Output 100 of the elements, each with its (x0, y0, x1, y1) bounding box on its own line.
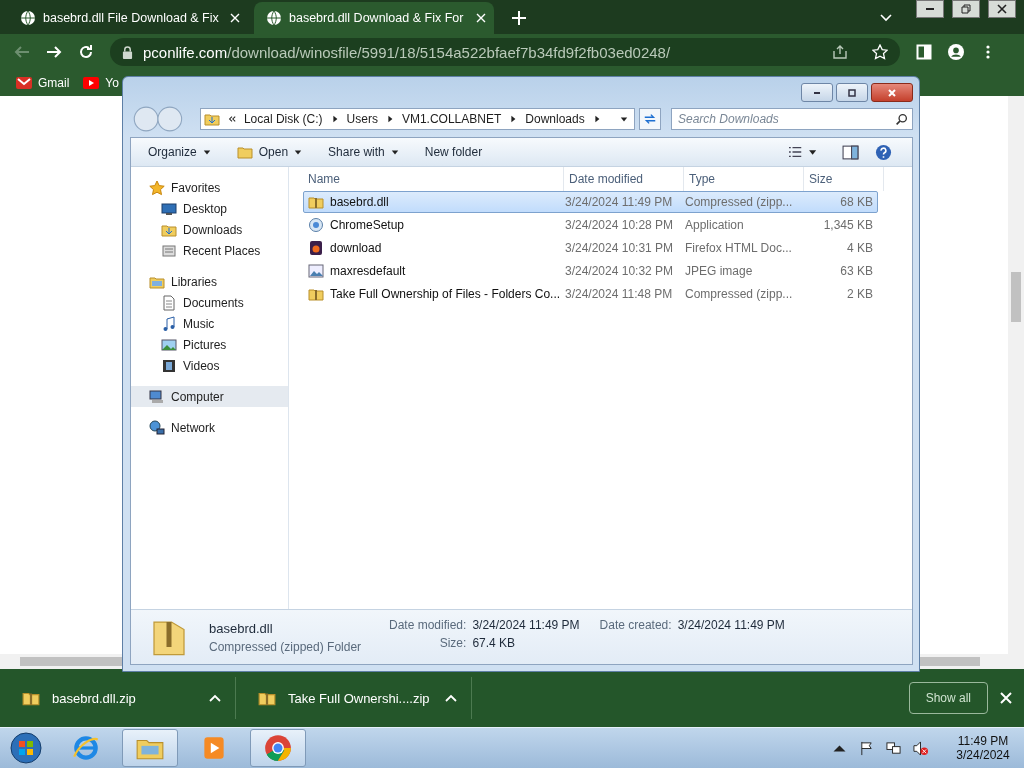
desktop-icon (161, 200, 177, 217)
show-all-button[interactable]: Show all (908, 682, 988, 714)
nav-item[interactable]: Recent Places (131, 240, 288, 261)
nav-item[interactable]: Videos (131, 355, 288, 376)
file-row[interactable]: maxresdefault 3/24/2024 10:32 PM JPEG image 63 KB (303, 260, 878, 282)
nav-item[interactable]: Network (131, 417, 288, 438)
refresh-button[interactable] (639, 108, 661, 130)
browser-tab[interactable]: basebrd.dll Download & Fix For (254, 2, 494, 34)
breadcrumb-item[interactable]: Users (346, 112, 378, 126)
network-icon[interactable] (886, 740, 901, 756)
forward-icon[interactable] (46, 44, 62, 60)
chrome-icon (263, 733, 293, 763)
preview-pane-icon[interactable] (842, 143, 859, 161)
flag-icon[interactable] (859, 740, 874, 756)
triangle-right-icon[interactable] (330, 115, 339, 123)
address-bar[interactable]: pconlife.com/download/winosfile/5991/18/5154a522bfaef7b34fd9f2fb03ed0248/ (110, 38, 900, 66)
triangle-right-icon[interactable] (592, 115, 601, 123)
star-outline-icon[interactable] (872, 44, 888, 60)
caret-icon[interactable] (209, 694, 221, 702)
toolbar-button[interactable]: Share with (319, 141, 408, 163)
file-size: 68 KB (839, 195, 874, 209)
breadcrumb-item[interactable]: VM1.COLLABNET (401, 112, 502, 126)
bookmark-item[interactable]: Gmail (16, 76, 70, 90)
browser-tab[interactable]: basebrd.dll File Download & Fix (8, 2, 248, 34)
start-button[interactable] (10, 732, 42, 764)
search-icon[interactable] (895, 113, 908, 126)
nav-item[interactable]: Music (131, 313, 288, 334)
double-chevron-icon (227, 115, 236, 123)
vertical-scrollbar[interactable] (1008, 96, 1024, 654)
breadcrumb-item[interactable]: Local Disk (C:) (243, 112, 323, 126)
refresh-icon (643, 112, 657, 126)
star-icon (149, 179, 165, 196)
dropdown-icon[interactable] (620, 115, 629, 123)
maximize-icon (847, 87, 857, 98)
toolbar-button[interactable]: New folder (415, 141, 492, 163)
file-date: 3/24/2024 10:31 PM (564, 241, 675, 255)
share-icon[interactable] (832, 44, 848, 60)
nav-item[interactable]: Computer (131, 386, 288, 407)
nav-item[interactable]: Desktop (131, 198, 288, 219)
minimize-button[interactable] (916, 0, 944, 18)
close-button[interactable] (988, 0, 1016, 18)
nav-item[interactable]: Libraries (131, 271, 288, 292)
detail-label: Date modified: (389, 618, 467, 632)
file-row[interactable]: Take Full Ownership of Files - Folders Co... 3/24/2024 11:48 PM Compressed (zipp... 2 KB (303, 283, 878, 305)
address-field[interactable]: Local Disk (C:) Users VM1.COLLABNET Downloads (199, 108, 636, 130)
file-name: download (330, 241, 382, 255)
mail-icon (16, 77, 32, 89)
clock[interactable]: 11:49 PM 3/24/2024 (948, 734, 1018, 762)
detail-value: 3/24/2024 11:49 PM (472, 618, 580, 632)
file-date: 3/24/2024 11:48 PM (564, 287, 674, 301)
volume-muted-icon[interactable] (913, 740, 928, 756)
file-row[interactable]: download 3/24/2024 10:31 PM Firefox HTML Doc... 4 KB (303, 237, 878, 259)
nav-item[interactable]: Favorites (131, 177, 288, 198)
close-icon[interactable] (230, 13, 240, 23)
help-icon[interactable] (875, 143, 892, 161)
new-tab-icon[interactable] (512, 11, 526, 25)
network-icon (149, 419, 165, 436)
file-name: maxresdefault (330, 264, 406, 278)
close-icon (997, 4, 1007, 14)
file-date: 3/24/2024 10:32 PM (564, 264, 675, 278)
dropdown-icon (294, 148, 303, 156)
film-icon (161, 357, 177, 374)
toolbar-button[interactable]: Open (227, 140, 312, 164)
bookmark-item[interactable]: Yo (83, 76, 119, 90)
nav-item[interactable]: Pictures (131, 334, 288, 355)
maximize-button[interactable] (836, 83, 868, 102)
picture-icon (161, 336, 177, 353)
nav-item[interactable]: Documents (131, 292, 288, 313)
file-size: 2 KB (846, 287, 874, 301)
nav-item[interactable]: Downloads (131, 219, 288, 240)
breadcrumb-item[interactable]: Downloads (525, 112, 585, 126)
zipped-folder-icon (308, 194, 324, 210)
close-icon[interactable] (476, 13, 486, 23)
download-item[interactable]: Take Full Ownershi....zip (236, 677, 472, 719)
lock-icon (122, 45, 133, 59)
url-text: pconlife.com/download/winosfile/5991/18/5154a522bfaef7b34fd9f2fb03ed0248/ (143, 43, 671, 61)
caret-icon[interactable] (445, 694, 457, 702)
dropdown-icon (202, 148, 211, 156)
file-size: 1,345 KB (822, 218, 874, 232)
file-row[interactable]: ChromeSetup 3/24/2024 10:28 PM Application 1,345 KB (303, 214, 878, 236)
restore-button[interactable] (952, 0, 980, 18)
detail-value: 3/24/2024 11:49 PM (677, 618, 785, 632)
document-icon (161, 294, 177, 311)
close-button[interactable] (871, 83, 913, 102)
triangle-right-icon[interactable] (385, 115, 394, 123)
search-field[interactable]: Search Downloads (671, 108, 913, 130)
close-icon[interactable] (1000, 692, 1012, 704)
clock-time: 11:49 PM (957, 734, 1009, 748)
taskbar-button[interactable] (250, 729, 306, 767)
download-item[interactable]: basebrd.dll.zip (0, 677, 236, 719)
chevron-down-icon[interactable] (880, 14, 892, 22)
triangle-right-icon[interactable] (509, 115, 518, 123)
web-page-icon (308, 240, 324, 256)
file-row[interactable]: basebrd.dll 3/24/2024 11:49 PM Compressed (zipp... 68 KB (303, 191, 878, 213)
profile-icon[interactable] (948, 44, 964, 60)
dropdown-icon (390, 148, 399, 156)
side-panel-icon[interactable] (916, 44, 932, 60)
folder-icon (236, 144, 253, 160)
toolbar-button[interactable]: Organize (139, 141, 220, 163)
reload-icon[interactable] (78, 44, 94, 60)
